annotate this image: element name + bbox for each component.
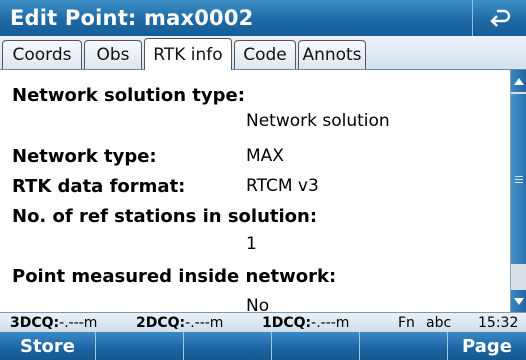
store-button[interactable]: Store <box>0 332 96 360</box>
softkey-5[interactable] <box>360 332 448 360</box>
network-type-row: Network type: MAX <box>12 142 510 170</box>
rtk-info-panel: Network solution type: Network solution … <box>0 70 510 312</box>
network-solution-type-row: Network solution type: <box>12 81 245 109</box>
dcq3-readout: 3DCQ:-.---m <box>10 315 97 331</box>
dcq1-value: -.---m <box>311 315 350 331</box>
ref-stations-row: No. of ref stations in solution: <box>12 202 317 230</box>
inside-network-value: No <box>246 296 270 312</box>
rtk-data-format-value: RTCM v3 <box>246 176 319 196</box>
page-button[interactable]: Page <box>448 332 526 360</box>
inside-network-row: Point measured inside network: <box>12 262 336 290</box>
vertical-scrollbar[interactable] <box>510 70 526 312</box>
network-type-value: MAX <box>246 146 284 166</box>
ref-stations-value: 1 <box>246 234 257 254</box>
dcq3-value: -.---m <box>59 315 98 331</box>
return-icon <box>489 9 510 27</box>
tab-obs[interactable]: Obs <box>84 40 142 69</box>
softkey-bar: Store Page <box>0 332 526 360</box>
dcq3-label: 3DCQ: <box>10 315 60 331</box>
scroll-down-button[interactable] <box>511 290 526 312</box>
dcq1-readout: 1DCQ:-.---m <box>262 315 349 331</box>
ref-stations-value-row: 1 <box>0 230 500 258</box>
tab-code[interactable]: Code <box>234 40 296 69</box>
inside-network-value-row: No <box>0 292 500 312</box>
tab-coords[interactable]: Coords <box>2 40 82 69</box>
clock: 15:32 <box>478 315 519 331</box>
softkey-4[interactable] <box>272 332 360 360</box>
rtk-data-format-label: RTK data format: <box>12 175 186 197</box>
title-bar: Edit Point: max0002 <box>0 0 526 36</box>
grip-icon <box>515 175 523 183</box>
network-solution-type-value-row: Network solution <box>0 107 500 135</box>
inside-network-label: Point measured inside network: <box>12 265 337 287</box>
arrow-up-icon <box>514 77 524 85</box>
tab-rtk-info[interactable]: RTK info <box>144 38 232 70</box>
arrow-down-icon <box>514 297 524 305</box>
network-solution-type-value: Network solution <box>246 111 390 131</box>
scroll-up-button[interactable] <box>511 70 526 92</box>
ref-stations-label: No. of ref stations in solution: <box>12 205 318 227</box>
back-button[interactable] <box>472 0 526 36</box>
page-title: Edit Point: max0002 <box>10 6 254 30</box>
network-solution-type-label: Network solution type: <box>12 84 245 106</box>
softkey-2[interactable] <box>96 332 184 360</box>
tab-strip: Coords Obs RTK info Code Annots <box>0 36 526 70</box>
dcq2-value: -.---m <box>185 315 224 331</box>
dcq2-label: 2DCQ: <box>136 315 186 331</box>
network-type-label: Network type: <box>12 145 157 167</box>
input-mode-indicator: abc <box>426 315 452 331</box>
tab-annots[interactable]: Annots <box>298 40 366 69</box>
dcq2-readout: 2DCQ:-.---m <box>136 315 223 331</box>
scroll-thumb[interactable] <box>511 94 526 264</box>
dcq1-label: 1DCQ: <box>262 315 312 331</box>
rtk-data-format-row: RTK data format: RTCM v3 <box>12 172 510 200</box>
fn-indicator: Fn <box>398 315 415 331</box>
status-bar: 3DCQ:-.---m 2DCQ:-.---m 1DCQ:-.---m Fn a… <box>0 312 526 332</box>
softkey-3[interactable] <box>184 332 272 360</box>
